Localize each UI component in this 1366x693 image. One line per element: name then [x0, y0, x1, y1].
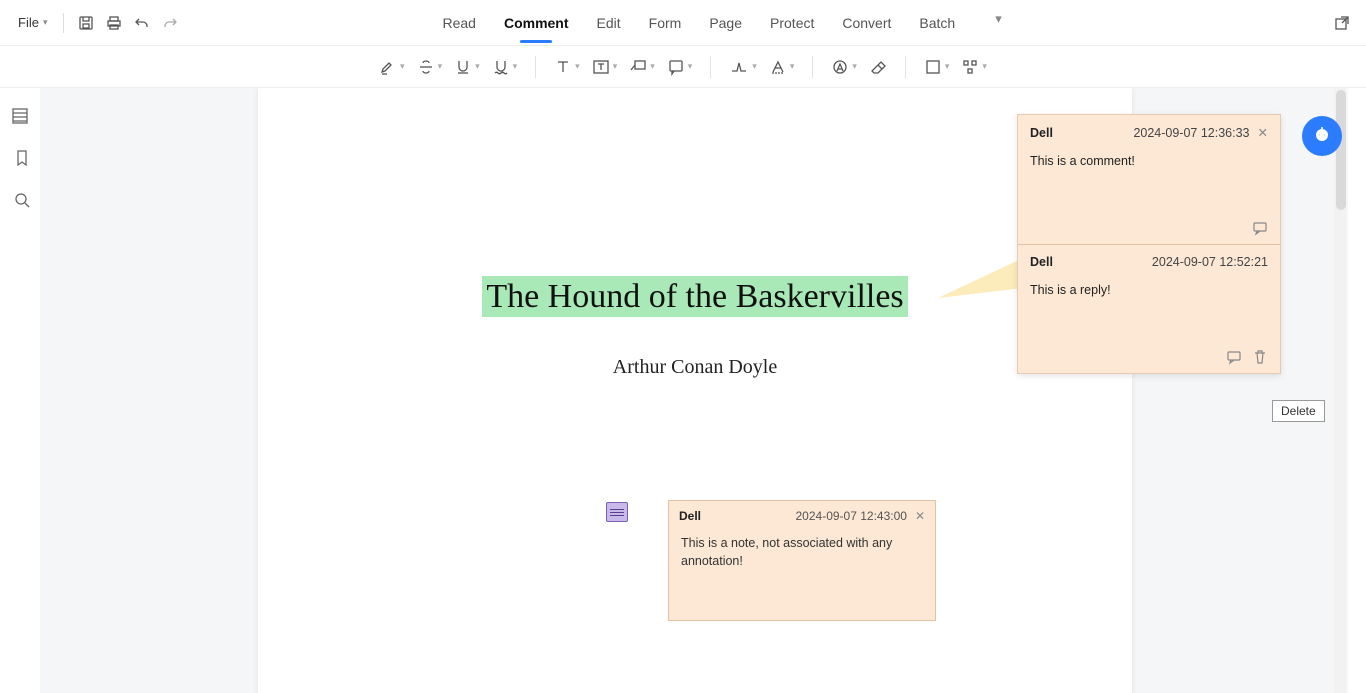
replace-text-tool[interactable]: ▾ [767, 54, 797, 80]
note-timestamp: 2024-09-07 12:43:00 [796, 509, 907, 523]
chevron-down-icon: ▾ [43, 17, 48, 28]
stamp-tool[interactable]: ▾ [829, 54, 859, 80]
note-popup[interactable]: Dell 2024-09-07 12:43:00 ✕ This is a not… [668, 500, 936, 621]
search-icon[interactable] [10, 188, 34, 212]
delete-tooltip: Delete [1272, 400, 1325, 422]
comment-actions [1030, 202, 1268, 236]
tab-batch[interactable]: Batch [919, 11, 955, 35]
tab-read[interactable]: Read [442, 11, 475, 35]
eraser-tool[interactable] [867, 54, 889, 80]
comment-header: Dell 2024-09-07 12:36:33 ✕ [1030, 125, 1268, 140]
note-annotation-icon[interactable] [606, 502, 628, 522]
comment-author: Dell [1030, 126, 1053, 140]
note-popup-header: Dell 2024-09-07 12:43:00 ✕ [669, 501, 935, 531]
distribute-tool[interactable]: ▾ [959, 54, 989, 80]
comment-author: Dell [1030, 255, 1053, 269]
separator [710, 56, 711, 78]
file-menu-label: File [18, 15, 39, 30]
shape-tool[interactable]: ▾ [922, 54, 952, 80]
comment-actions [1030, 331, 1268, 365]
thumbnails-icon[interactable] [8, 104, 32, 128]
caret-insert-tool[interactable]: ▾ [727, 54, 759, 80]
tab-page[interactable]: Page [709, 11, 742, 35]
separator [535, 56, 536, 78]
highlight-span[interactable]: The Hound of the Baskervilles [482, 276, 907, 317]
page: The Hound of the Baskervilles Arthur Con… [258, 88, 1132, 693]
comment-timestamp: 2024-09-07 12:52:21 [1152, 255, 1268, 269]
separator [63, 13, 64, 33]
tab-protect[interactable]: Protect [770, 11, 814, 35]
note-author: Dell [679, 509, 701, 523]
trash-icon[interactable] [1252, 349, 1268, 365]
reply-icon[interactable] [1226, 349, 1242, 365]
comment-toolbar: ▾ ▾ ▾ ▾ ▾ ▾ ▾ ▾ ▾ ▾ ▾ ▾ ▾ [0, 46, 1366, 88]
document-canvas: The Hound of the Baskervilles Arthur Con… [40, 88, 1348, 693]
file-menu[interactable]: File ▾ [12, 11, 53, 34]
undo-icon[interactable] [130, 11, 154, 35]
bookmark-icon[interactable] [10, 146, 34, 170]
comment-timestamp: 2024-09-07 12:36:33 [1133, 126, 1249, 140]
document-author: Arthur Conan Doyle [258, 356, 1132, 379]
tab-form[interactable]: Form [649, 11, 682, 35]
comment-header: Dell 2024-09-07 12:52:21 [1030, 255, 1268, 269]
document-title: The Hound of the Baskervilles [258, 278, 1132, 316]
comment-body: This is a reply! [1030, 283, 1268, 331]
text-tool[interactable]: ▾ [552, 54, 582, 80]
left-rail [0, 88, 40, 212]
strikethrough-tool[interactable]: ▾ [415, 54, 445, 80]
comment-body: This is a comment! [1030, 154, 1268, 202]
tabs-overflow-icon[interactable]: ▾ [995, 11, 1002, 35]
separator [812, 56, 813, 78]
tab-edit[interactable]: Edit [597, 11, 621, 35]
tab-convert[interactable]: Convert [842, 11, 891, 35]
callout-tool[interactable]: ▾ [627, 54, 657, 80]
scrollbar-thumb[interactable] [1336, 90, 1346, 210]
separator [905, 56, 906, 78]
ai-assistant-button[interactable] [1302, 116, 1342, 156]
comment-item[interactable]: Dell 2024-09-07 12:36:33 ✕ This is a com… [1018, 115, 1280, 244]
popout-icon[interactable] [1330, 11, 1354, 35]
note-tool[interactable]: ▾ [665, 54, 695, 80]
menubar: File ▾ Read Comment Edit Form Page Prote… [0, 0, 1366, 46]
text-box-tool[interactable]: ▾ [590, 54, 620, 80]
underline-tool[interactable]: ▾ [452, 54, 482, 80]
tab-comment[interactable]: Comment [504, 11, 569, 35]
comment-thread-panel: Dell 2024-09-07 12:36:33 ✕ This is a com… [1017, 114, 1281, 374]
redo-icon[interactable] [158, 11, 182, 35]
note-body[interactable]: This is a note, not associated with any … [669, 531, 935, 620]
save-icon[interactable] [74, 11, 98, 35]
comment-reply-item[interactable]: Dell 2024-09-07 12:52:21 This is a reply… [1018, 244, 1280, 373]
print-icon[interactable] [102, 11, 126, 35]
highlight-tool[interactable]: ▾ [377, 54, 407, 80]
wavy-underline-tool[interactable]: ▾ [490, 54, 520, 80]
close-icon[interactable]: ✕ [915, 509, 925, 523]
reply-icon[interactable] [1252, 220, 1268, 236]
close-icon[interactable]: ✕ [1258, 125, 1268, 140]
main-tabs: Read Comment Edit Form Page Protect Conv… [442, 11, 1001, 35]
